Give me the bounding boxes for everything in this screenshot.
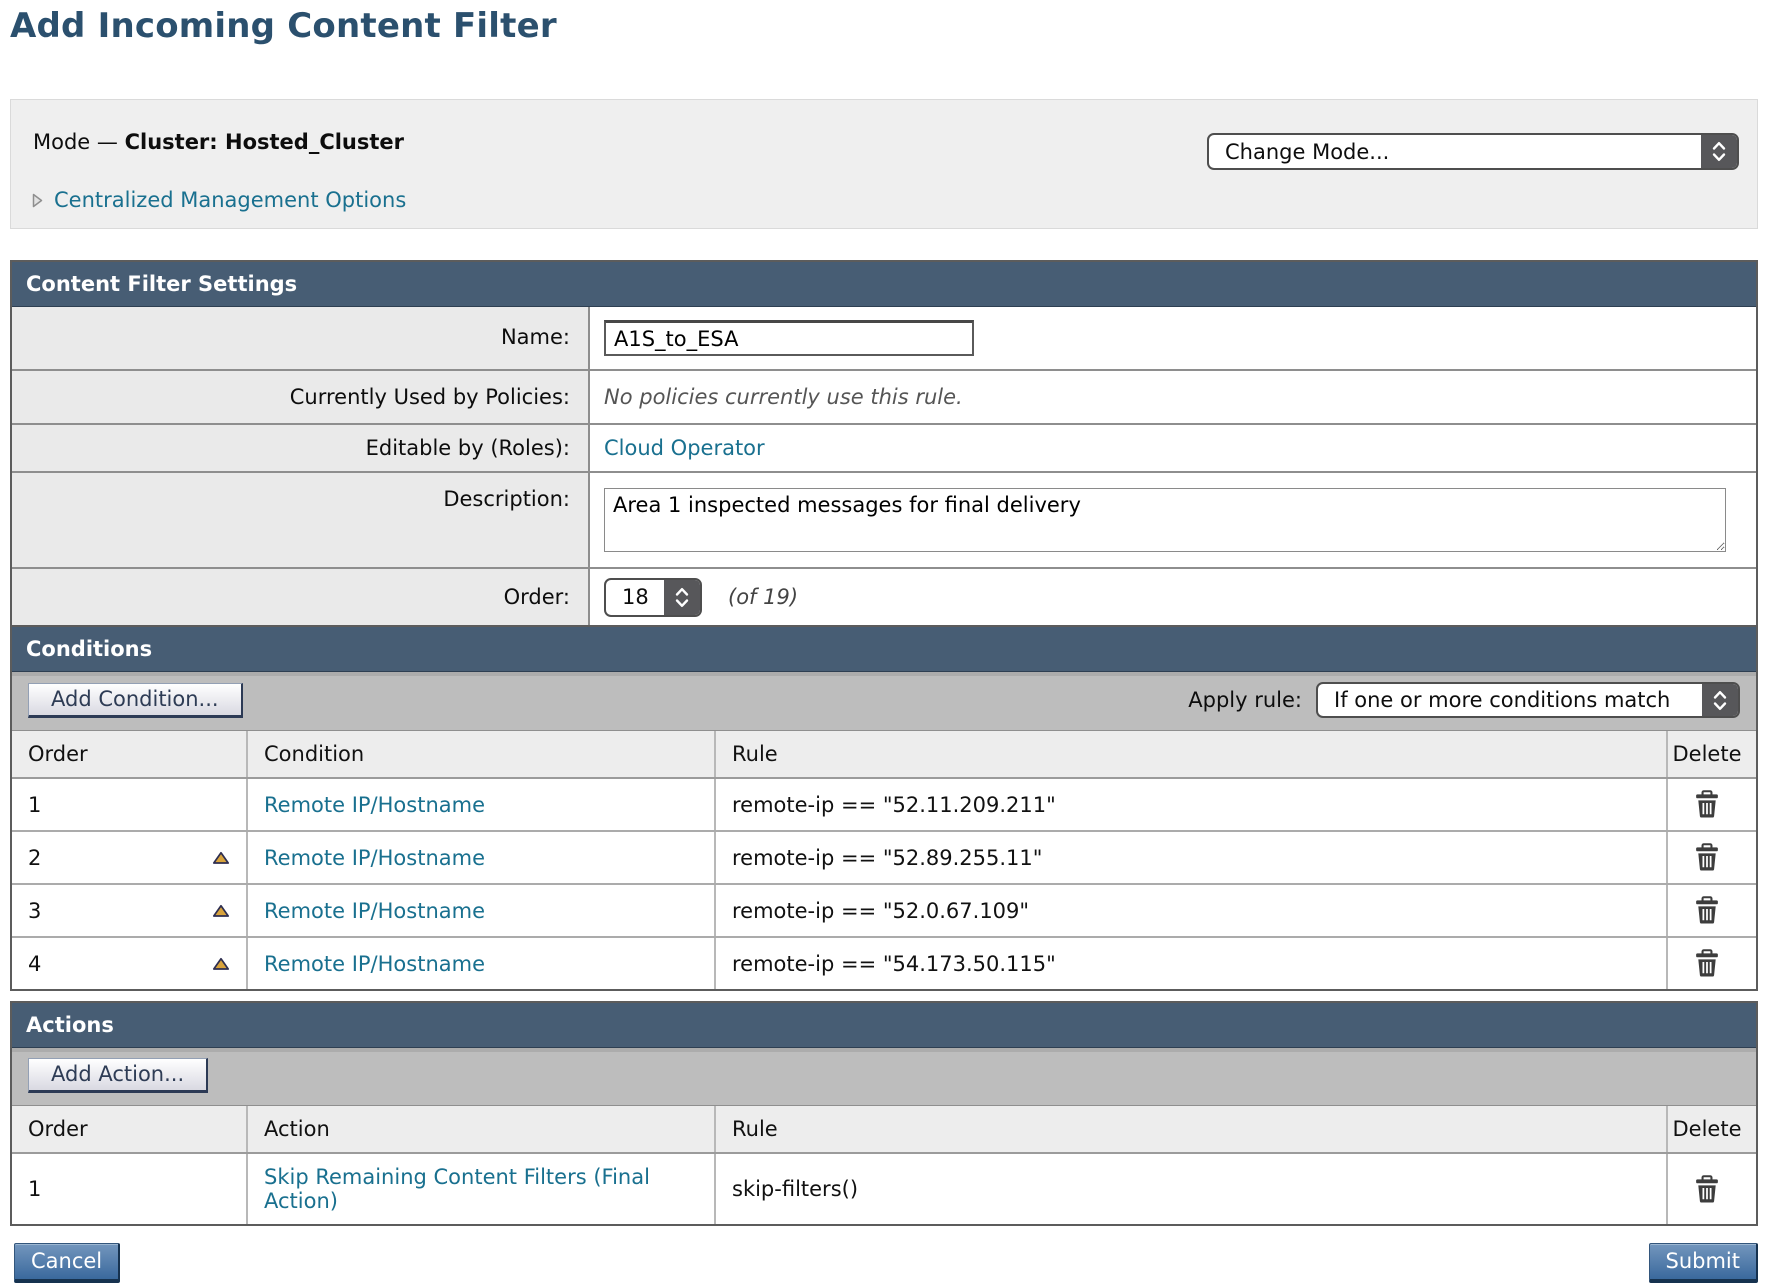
apply-rule-group: Apply rule: If one or more conditions ma… xyxy=(1188,682,1740,718)
order-row: Order: 18 (of 19) xyxy=(12,567,1756,625)
condition-link[interactable]: Remote IP/Hostname xyxy=(264,846,485,870)
trash-icon xyxy=(1695,843,1719,872)
condition-rule-text: remote-ip == "52.89.255.11" xyxy=(714,832,1666,883)
name-value-cell xyxy=(590,307,1756,369)
delete-condition-button[interactable] xyxy=(1695,896,1719,925)
column-header-order: Order xyxy=(12,1106,246,1152)
submit-button[interactable]: Submit xyxy=(1649,1243,1759,1283)
trash-icon xyxy=(1695,790,1719,819)
mode-line: Mode — Cluster: Hosted_Cluster xyxy=(33,130,404,154)
delete-action-button[interactable] xyxy=(1695,1175,1719,1204)
name-input[interactable] xyxy=(604,320,974,356)
description-row: Description: Area 1 inspected messages f… xyxy=(12,471,1756,567)
column-header-delete: Delete xyxy=(1666,1106,1756,1152)
centralized-management-options-label: Centralized Management Options xyxy=(54,188,406,212)
editable-value-cell: Cloud Operator xyxy=(590,425,1756,471)
content-filter-settings-header: Content Filter Settings xyxy=(12,262,1756,307)
trash-icon xyxy=(1695,949,1719,978)
add-action-button[interactable]: Add Action... xyxy=(28,1058,208,1093)
column-header-condition: Condition xyxy=(246,731,714,777)
conditions-header: Conditions xyxy=(12,627,1756,672)
mode-value: Cluster: Hosted_Cluster xyxy=(125,130,404,154)
condition-order-cell: 4 xyxy=(28,952,41,976)
condition-rule-text: remote-ip == "54.173.50.115" xyxy=(714,938,1666,989)
condition-row: 3 Remote IP/Hostname remote-ip == "52.0.… xyxy=(12,883,1756,936)
conditions-table-header: Order Condition Rule Delete xyxy=(12,731,1756,779)
actions-toolbar: Add Action... xyxy=(12,1048,1756,1106)
editable-label: Editable by (Roles): xyxy=(12,425,590,471)
select-stepper-icon xyxy=(1701,135,1737,168)
actions-header: Actions xyxy=(12,1003,1756,1048)
page-title: Add Incoming Content Filter xyxy=(10,6,557,46)
action-row: 1 Skip Remaining Content Filters (Final … xyxy=(12,1154,1756,1224)
order-selected-value: 18 xyxy=(606,580,664,615)
description-label: Description: xyxy=(12,473,590,567)
policies-row: Currently Used by Policies: No policies … xyxy=(12,369,1756,423)
column-header-rule: Rule xyxy=(714,731,1666,777)
description-value-cell: Area 1 inspected messages for final deli… xyxy=(590,473,1756,567)
conditions-panel: Conditions Add Condition... Apply rule: … xyxy=(10,625,1758,991)
move-up-icon[interactable] xyxy=(212,851,230,865)
cancel-button[interactable]: Cancel xyxy=(14,1243,120,1283)
name-row: Name: xyxy=(12,307,1756,369)
condition-link[interactable]: Remote IP/Hostname xyxy=(264,899,485,923)
condition-row: 4 Remote IP/Hostname remote-ip == "54.17… xyxy=(12,936,1756,989)
move-up-icon[interactable] xyxy=(212,904,230,918)
order-value-cell: 18 (of 19) xyxy=(590,569,1756,625)
column-header-rule: Rule xyxy=(714,1106,1666,1152)
mode-panel: Mode — Cluster: Hosted_Cluster Change Mo… xyxy=(10,99,1758,229)
column-header-action: Action xyxy=(246,1106,714,1152)
condition-order-cell: 1 xyxy=(12,779,246,830)
cloud-operator-link[interactable]: Cloud Operator xyxy=(604,436,765,460)
column-header-delete: Delete xyxy=(1666,731,1756,777)
editable-row: Editable by (Roles): Cloud Operator xyxy=(12,423,1756,471)
description-textarea[interactable]: Area 1 inspected messages for final deli… xyxy=(604,488,1726,552)
trash-icon xyxy=(1695,896,1719,925)
add-condition-button[interactable]: Add Condition... xyxy=(28,683,243,718)
apply-rule-selected-value: If one or more conditions match xyxy=(1318,684,1702,716)
order-select[interactable]: 18 xyxy=(604,578,702,617)
disclosure-triangle-icon xyxy=(31,192,44,209)
condition-rule-text: remote-ip == "52.11.209.211" xyxy=(714,779,1666,830)
content-filter-settings-panel: Content Filter Settings Name: Currently … xyxy=(10,260,1758,627)
change-mode-select[interactable]: Change Mode... xyxy=(1207,133,1739,170)
condition-row: 2 Remote IP/Hostname remote-ip == "52.89… xyxy=(12,830,1756,883)
trash-icon xyxy=(1695,1175,1719,1204)
centralized-management-options-link[interactable]: Centralized Management Options xyxy=(31,188,406,212)
condition-link[interactable]: Remote IP/Hostname xyxy=(264,793,485,817)
order-total-label: (of 19) xyxy=(728,585,798,609)
actions-table-header: Order Action Rule Delete xyxy=(12,1106,1756,1154)
condition-link[interactable]: Remote IP/Hostname xyxy=(264,952,485,976)
action-order-cell: 1 xyxy=(12,1154,246,1224)
condition-rule-text: remote-ip == "52.0.67.109" xyxy=(714,885,1666,936)
change-mode-selected-value: Change Mode... xyxy=(1209,135,1701,168)
delete-condition-button[interactable] xyxy=(1695,843,1719,872)
condition-order-cell: 2 xyxy=(28,846,41,870)
action-rule-text: skip-filters() xyxy=(714,1154,1666,1224)
delete-condition-button[interactable] xyxy=(1695,949,1719,978)
actions-panel: Actions Add Action... Order Action Rule … xyxy=(10,1001,1758,1226)
apply-rule-label: Apply rule: xyxy=(1188,688,1302,712)
move-up-icon[interactable] xyxy=(212,957,230,971)
condition-order-cell: 3 xyxy=(28,899,41,923)
order-label: Order: xyxy=(12,569,590,625)
select-stepper-icon xyxy=(1702,684,1738,716)
name-label: Name: xyxy=(12,307,590,369)
delete-condition-button[interactable] xyxy=(1695,790,1719,819)
policies-label: Currently Used by Policies: xyxy=(12,371,590,423)
conditions-toolbar: Add Condition... Apply rule: If one or m… xyxy=(12,672,1756,731)
apply-rule-select[interactable]: If one or more conditions match xyxy=(1316,682,1740,718)
action-link[interactable]: Skip Remaining Content Filters (Final Ac… xyxy=(264,1165,680,1213)
condition-row: 1 Remote IP/Hostname remote-ip == "52.11… xyxy=(12,779,1756,830)
mode-label: Mode — xyxy=(33,130,118,154)
column-header-order: Order xyxy=(12,731,246,777)
select-stepper-icon xyxy=(664,580,700,615)
policies-value: No policies currently use this rule. xyxy=(590,371,1756,423)
